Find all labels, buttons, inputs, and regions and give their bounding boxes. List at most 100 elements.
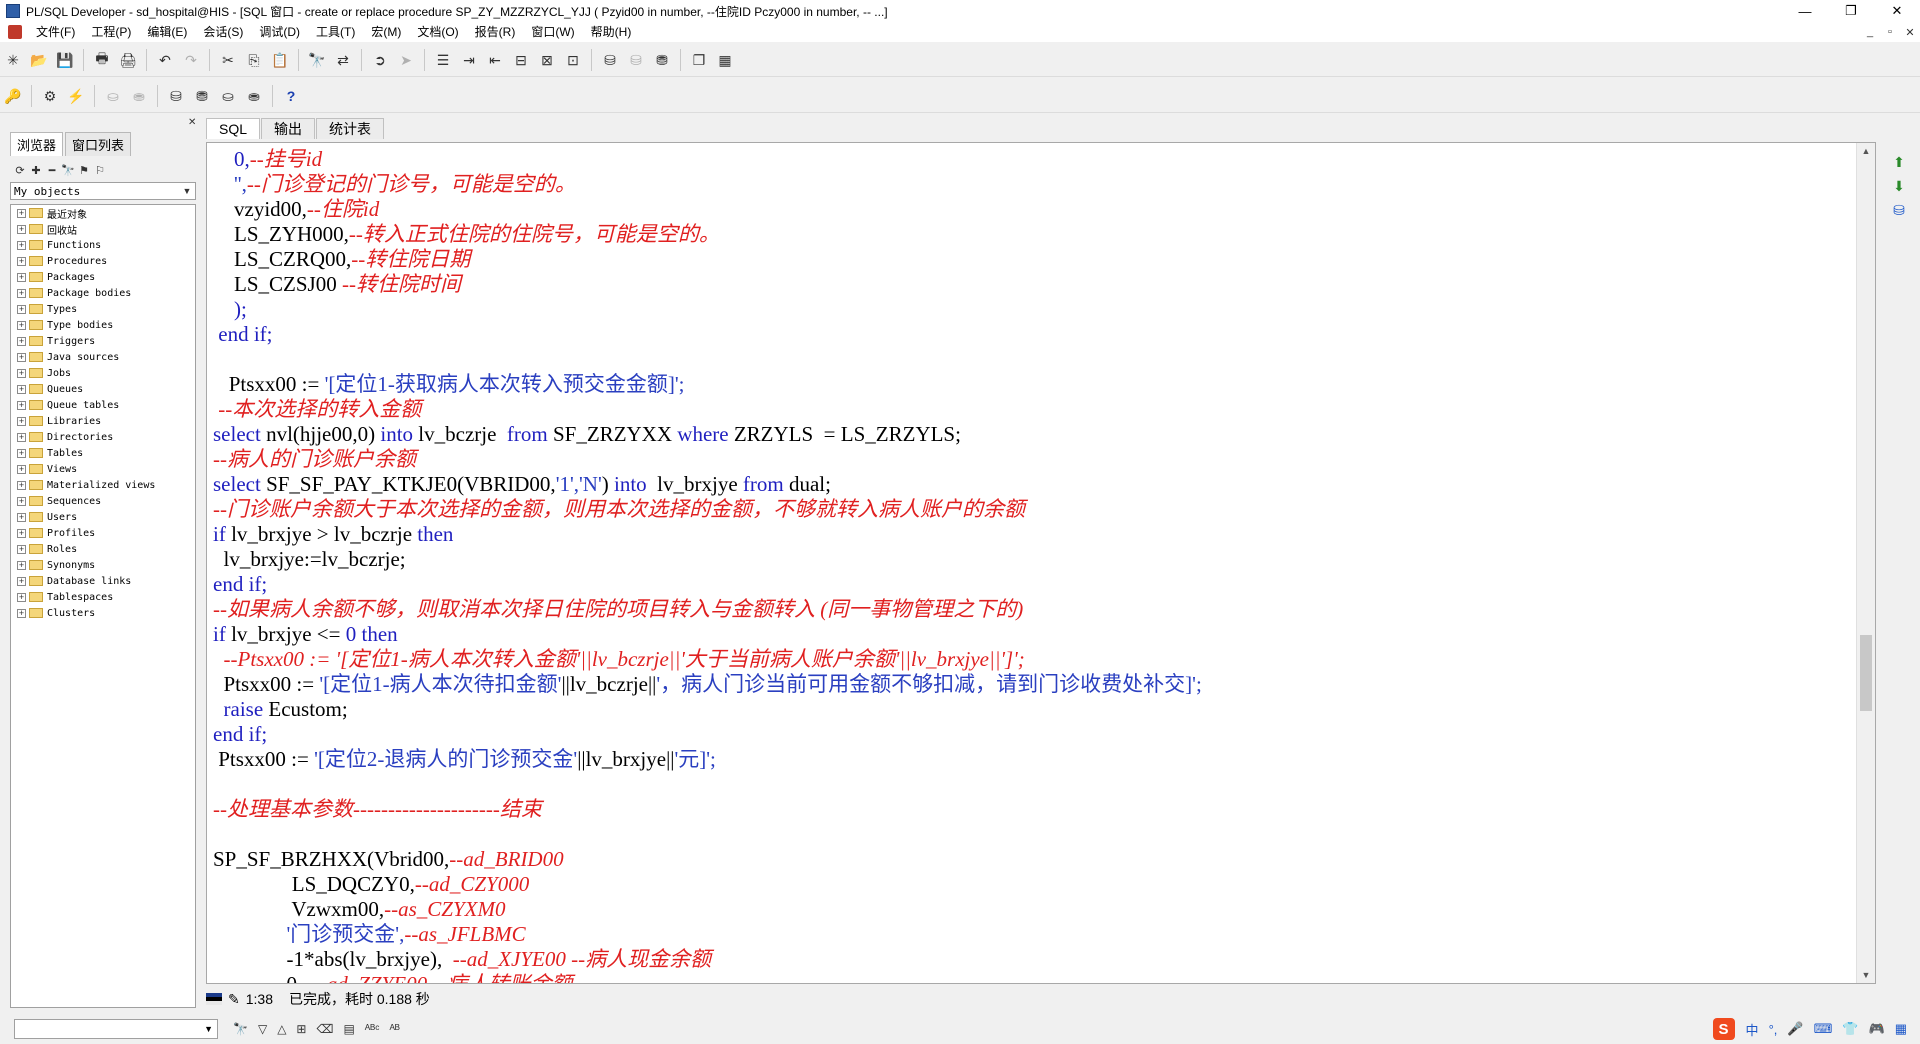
case-icon[interactable]: ᴬᴮᶜ [365,1022,380,1036]
expand-icon[interactable]: + [17,608,26,618]
code-line[interactable]: ); [213,297,1853,322]
code-line[interactable]: Ptsxx00 := '[定位1-病人本次待扣金额'||lv_bczrje||'… [213,672,1853,697]
copy-icon[interactable]: ⎘ [243,49,265,71]
expand-icon[interactable]: + [17,272,26,282]
restore-button[interactable]: ❐ [1828,0,1874,22]
tree-item[interactable]: + Packages [11,269,195,285]
expand-icon[interactable]: + [17,240,26,250]
wrap-icon[interactable]: ⊡ [562,49,584,71]
redo-icon[interactable]: ↷ [180,49,202,71]
tree-item[interactable]: + 最近对象 [11,205,195,221]
expand-icon[interactable]: + [17,304,26,314]
tree-item[interactable]: + Queues [11,381,195,397]
highlight-icon[interactable]: ⊞ [296,1022,306,1036]
code-line[interactable]: 0, --ad_ZZYE00 --病人转账余额 [213,972,1853,983]
code-line[interactable]: --门诊账户余额大于本次选择的金额，则用本次选择的金额，不够就转入病人账户的余额 [213,497,1853,522]
code-line[interactable]: raise Ecustom; [213,697,1853,722]
indent-icon[interactable]: ⇥ [458,49,480,71]
menu-documents[interactable]: 文档(O) [409,22,466,42]
mdi-restore-button[interactable]: ▫ [1880,26,1900,39]
scroll-down-icon[interactable]: ▼ [1857,967,1875,983]
mdi-close-button[interactable]: ✕ [1900,26,1920,39]
find-icon[interactable]: 🔭 [60,162,76,178]
tab-statistics[interactable]: 统计表 [316,118,385,139]
tree-item[interactable]: + Roles [11,541,195,557]
regex-icon[interactable]: ᴬᴮ [389,1022,399,1036]
menu-project[interactable]: 工程(P) [83,22,139,42]
code-line[interactable]: LS_DQCZY0,--ad_CZY000 [213,872,1853,897]
expand-icon[interactable]: + [17,560,26,570]
arrow-down-icon[interactable]: ⬇ [1884,174,1914,198]
run-dropdown-icon[interactable]: ➤ [395,49,417,71]
print-icon[interactable]: 🖶 [91,49,113,71]
menu-session[interactable]: 会话(S) [195,22,251,42]
close-button[interactable]: ✕ [1874,0,1920,22]
panel-close-icon[interactable]: ✕ [188,118,198,128]
cut-icon[interactable]: ✂ [217,49,239,71]
tree-item[interactable]: + Views [11,461,195,477]
code-line[interactable]: -1*abs(lv_brxjye), --ad_XJYE00 --病人现金余额 [213,947,1853,972]
code-line[interactable]: Vzwxm00,--as_CZYXM0 [213,897,1853,922]
expand-icon[interactable]: + [17,512,26,522]
tree-item[interactable]: + Directories [11,429,195,445]
open-icon[interactable]: 📂 [28,49,50,71]
uncomment-icon[interactable]: ⊠ [536,49,558,71]
chevron-down-icon[interactable]: ▼ [204,1024,213,1034]
expand-icon[interactable]: + [17,416,26,426]
tree-item[interactable]: + Types [11,301,195,317]
code-line[interactable]: --如果病人余额不够，则取消本次择日住院的项目转入与金额转入 (同一事物管理之下… [213,597,1853,622]
clear-icon[interactable]: ⌫ [316,1022,333,1036]
tree-item[interactable]: + Sequences [11,493,195,509]
tree-item[interactable]: + Profiles [11,525,195,541]
menu-window[interactable]: 窗口(W) [523,22,582,42]
tree-item[interactable]: + Libraries [11,413,195,429]
code-line[interactable]: end if; [213,572,1853,597]
db-connect-icon[interactable]: ⛁ [165,85,187,107]
add-icon[interactable]: ✚ [28,162,44,178]
remove-icon[interactable]: ━ [44,162,60,178]
code-line[interactable]: --本次选择的转入金额 [213,397,1853,422]
code-line[interactable]: LS_CZRQ00,--转住院日期 [213,247,1853,272]
tree-item[interactable]: + Materialized views [11,477,195,493]
find-input[interactable]: ▼ [14,1019,218,1039]
key-icon[interactable]: 🔑 [2,85,24,107]
unindent-icon[interactable]: ⇤ [484,49,506,71]
expand-icon[interactable]: + [17,448,26,458]
sogou-logo[interactable]: S [1712,1018,1735,1040]
code-line[interactable] [213,347,1853,372]
expand-icon[interactable]: + [17,208,26,218]
expand-icon[interactable]: + [17,256,26,266]
break-icon[interactable]: ⚡ [65,85,87,107]
ime-skin-icon[interactable]: 👕 [1842,1021,1858,1037]
tab-output[interactable]: 输出 [261,118,316,139]
object-filter-select[interactable]: My objects ▼ [10,182,196,200]
compile-icon[interactable]: ⚙ [39,85,61,107]
filter-edit-icon[interactable]: ⚐ [92,162,108,178]
expand-icon[interactable]: + [17,336,26,346]
tree-item[interactable]: + 回收站 [11,221,195,237]
code-line[interactable]: vzyid00,--住院id [213,197,1853,222]
expand-icon[interactable]: + [17,528,26,538]
expand-icon[interactable]: + [17,288,26,298]
find-prev-icon[interactable]: △ [277,1022,286,1036]
tree-item[interactable]: + Tablespaces [11,589,195,605]
code-area[interactable]: 0,--挂号id '',--门诊登记的门诊号，可能是空的。 vzyid00,--… [213,147,1853,983]
code-line[interactable]: --病人的门诊账户余额 [213,447,1853,472]
execute-icon[interactable]: ➲ [369,49,391,71]
tree-item[interactable]: + Functions [11,237,195,253]
refresh-icon[interactable]: ⟳ [12,162,28,178]
code-line[interactable]: select nvl(hjje00,0) into lv_bczrje from… [213,422,1853,447]
code-line[interactable]: lv_brxjye:=lv_bczrje; [213,547,1853,572]
code-line[interactable]: SP_SF_BRZHXX(Vbrid00,--ad_BRID00 [213,847,1853,872]
tree-item[interactable]: + Clusters [11,605,195,621]
ime-game-icon[interactable]: 🎮 [1869,1021,1885,1037]
log-icon[interactable]: ⛃ [651,49,673,71]
tree-item[interactable]: + Package bodies [11,285,195,301]
menu-reports[interactable]: 报告(R) [467,22,524,42]
code-line[interactable]: if lv_brxjye > lv_bczrje then [213,522,1853,547]
code-line[interactable]: --处理基本参数---------------------结束 [213,797,1853,822]
database-icon[interactable]: ⛁ [1884,198,1914,222]
ime-keyboard-icon[interactable]: ⌨ [1814,1021,1833,1037]
print-preview-icon[interactable]: 🖨 [117,49,139,71]
code-line[interactable]: Ptsxx00 := '[定位2-退病人的门诊预交金'||lv_brxjye||… [213,747,1853,772]
